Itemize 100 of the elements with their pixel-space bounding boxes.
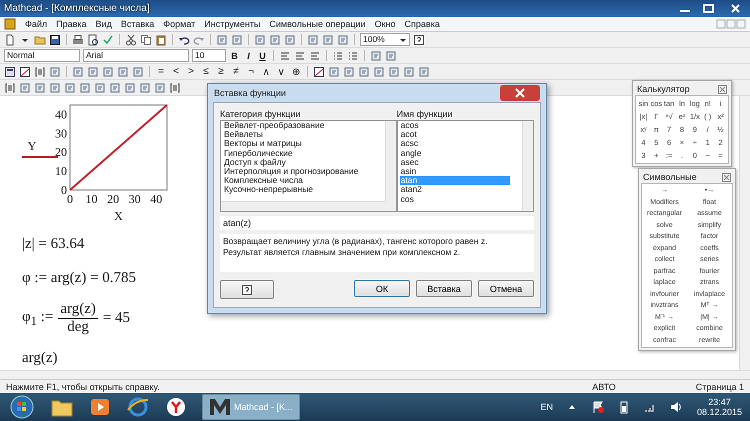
spell-check-icon[interactable]	[102, 34, 114, 46]
list-item[interactable]: Вейвлеты	[223, 130, 385, 140]
list-item[interactable]: Векторы и матрицы	[223, 139, 385, 149]
toolbar-icon[interactable]	[269, 34, 281, 46]
toolbar-icon[interactable]	[385, 50, 397, 62]
toolbar-icon[interactable]	[154, 82, 166, 94]
menu-item[interactable]: Правка	[56, 19, 87, 29]
toolbar-icon[interactable]	[284, 34, 296, 46]
matrix-icon[interactable]	[34, 66, 46, 78]
media-player-icon[interactable]	[88, 396, 112, 418]
operator-button[interactable]: ⊕	[290, 66, 302, 78]
list-item[interactable]: Кусочно-непрерывные	[223, 185, 385, 195]
matrix-icon[interactable]	[169, 82, 181, 94]
list-scrollbar[interactable]	[384, 121, 396, 211]
list-horizontal-scrollbar[interactable]	[221, 201, 386, 211]
graph-icon[interactable]	[19, 66, 31, 78]
toolbar-icon[interactable]	[49, 66, 61, 78]
operator-button[interactable]: ≠	[230, 66, 242, 77]
menu-item[interactable]: Вставка	[120, 19, 154, 29]
vertical-scrollbar[interactable]	[739, 96, 750, 370]
operator-button[interactable]: ≥	[215, 66, 227, 77]
toolbar-icon[interactable]	[307, 34, 319, 46]
toolbar-icon[interactable]	[337, 34, 349, 46]
format-button[interactable]: U	[257, 50, 268, 60]
operator-button[interactable]: ∧	[260, 66, 272, 78]
toolbar-icon[interactable]	[418, 66, 430, 78]
toolbar-icon[interactable]	[19, 82, 31, 94]
toolbar-icon[interactable]	[49, 82, 61, 94]
toolbar-icon[interactable]	[343, 66, 355, 78]
scissors-icon[interactable]	[125, 34, 137, 46]
dialog-button[interactable]: Отмена	[478, 280, 534, 297]
clipboard-icon[interactable]	[155, 34, 167, 46]
speaker-icon[interactable]	[668, 400, 683, 414]
align-icon[interactable]	[294, 50, 306, 62]
toolbar-icon[interactable]	[370, 50, 382, 62]
operator-button[interactable]: ¬	[245, 66, 257, 77]
format-button[interactable]: I	[243, 50, 254, 60]
matrix-icon[interactable]	[4, 82, 16, 94]
help-icon[interactable]	[413, 34, 425, 46]
list-item[interactable]: asec	[400, 158, 522, 168]
list-item[interactable]: Доступ к файлу	[223, 158, 385, 168]
toolbar-icon[interactable]	[373, 66, 385, 78]
toolbar-icon[interactable]	[79, 82, 91, 94]
menu-item[interactable]: Окно	[374, 19, 396, 29]
operator-button[interactable]: ≤	[200, 66, 212, 77]
dialog-button[interactable]: Вставка	[416, 280, 472, 297]
list-item[interactable]: acos	[400, 121, 522, 130]
toolbar-icon[interactable]	[34, 82, 46, 94]
toolbar-icon[interactable]	[139, 82, 151, 94]
list-scrollbar[interactable]	[522, 121, 533, 211]
toolbar-icon[interactable]	[87, 66, 99, 78]
style-dropdown[interactable]: Normal	[4, 49, 80, 62]
font-size-dropdown[interactable]: 10	[192, 49, 226, 62]
menu-item[interactable]: Файл	[25, 19, 48, 29]
toolbar-icon[interactable]	[72, 66, 84, 78]
help-button[interactable]	[220, 280, 274, 299]
list-icon[interactable]	[332, 50, 344, 62]
list-item[interactable]: acsc	[400, 139, 522, 149]
menu-item[interactable]: Вид	[96, 19, 112, 29]
toolbar-icon[interactable]	[254, 34, 266, 46]
dialog-button[interactable]: ОК	[354, 280, 410, 297]
toolbar-icon[interactable]	[322, 34, 334, 46]
toolbar-icon[interactable]	[328, 66, 340, 78]
align-icon[interactable]	[279, 50, 291, 62]
copy-icon[interactable]	[140, 34, 152, 46]
toolbar-icon[interactable]	[124, 82, 136, 94]
list-item[interactable]: atan2	[400, 185, 522, 195]
list-item[interactable]: asin	[400, 167, 522, 176]
save-icon[interactable]	[49, 34, 61, 46]
toolbar-icon[interactable]	[94, 82, 106, 94]
operator-button[interactable]: <	[170, 66, 182, 77]
operator-button[interactable]: =	[155, 66, 167, 77]
menu-item[interactable]: Формат	[163, 19, 196, 29]
list-item[interactable]: Гиперболические	[223, 148, 385, 158]
calculator-icon[interactable]	[4, 66, 16, 78]
align-icon[interactable]	[309, 50, 321, 62]
toolbar-icon[interactable]	[102, 66, 114, 78]
list-item[interactable]: Интерполяция и прогнозирование	[223, 167, 385, 176]
toolbar-icon[interactable]	[403, 66, 415, 78]
battery-icon[interactable]	[618, 400, 629, 414]
zoom-dropdown[interactable]: 100%	[360, 33, 410, 46]
list-item[interactable]: angle	[400, 148, 522, 158]
list-item[interactable]: acot	[400, 130, 522, 140]
toolbar-icon[interactable]	[388, 66, 400, 78]
menu-item[interactable]: Символьные операции	[269, 19, 366, 29]
list-item[interactable]: cos	[400, 194, 522, 204]
toolbar-icon[interactable]	[358, 66, 370, 78]
list-icon[interactable]	[347, 50, 359, 62]
toolbar-icon[interactable]	[132, 66, 144, 78]
toolbar-icon[interactable]	[117, 66, 129, 78]
flag-icon[interactable]	[590, 400, 605, 414]
toolbar-icon[interactable]	[64, 82, 76, 94]
format-button[interactable]: B	[229, 50, 240, 60]
close-button[interactable]	[500, 85, 540, 101]
toolbar-icon[interactable]	[216, 34, 228, 46]
toolbar-icon[interactable]	[231, 34, 243, 46]
horizontal-scrollbar[interactable]	[0, 370, 750, 379]
menu-item[interactable]: Инструменты	[204, 19, 260, 29]
operator-button[interactable]: ∨	[275, 66, 287, 78]
toolbar-icon[interactable]	[109, 82, 121, 94]
